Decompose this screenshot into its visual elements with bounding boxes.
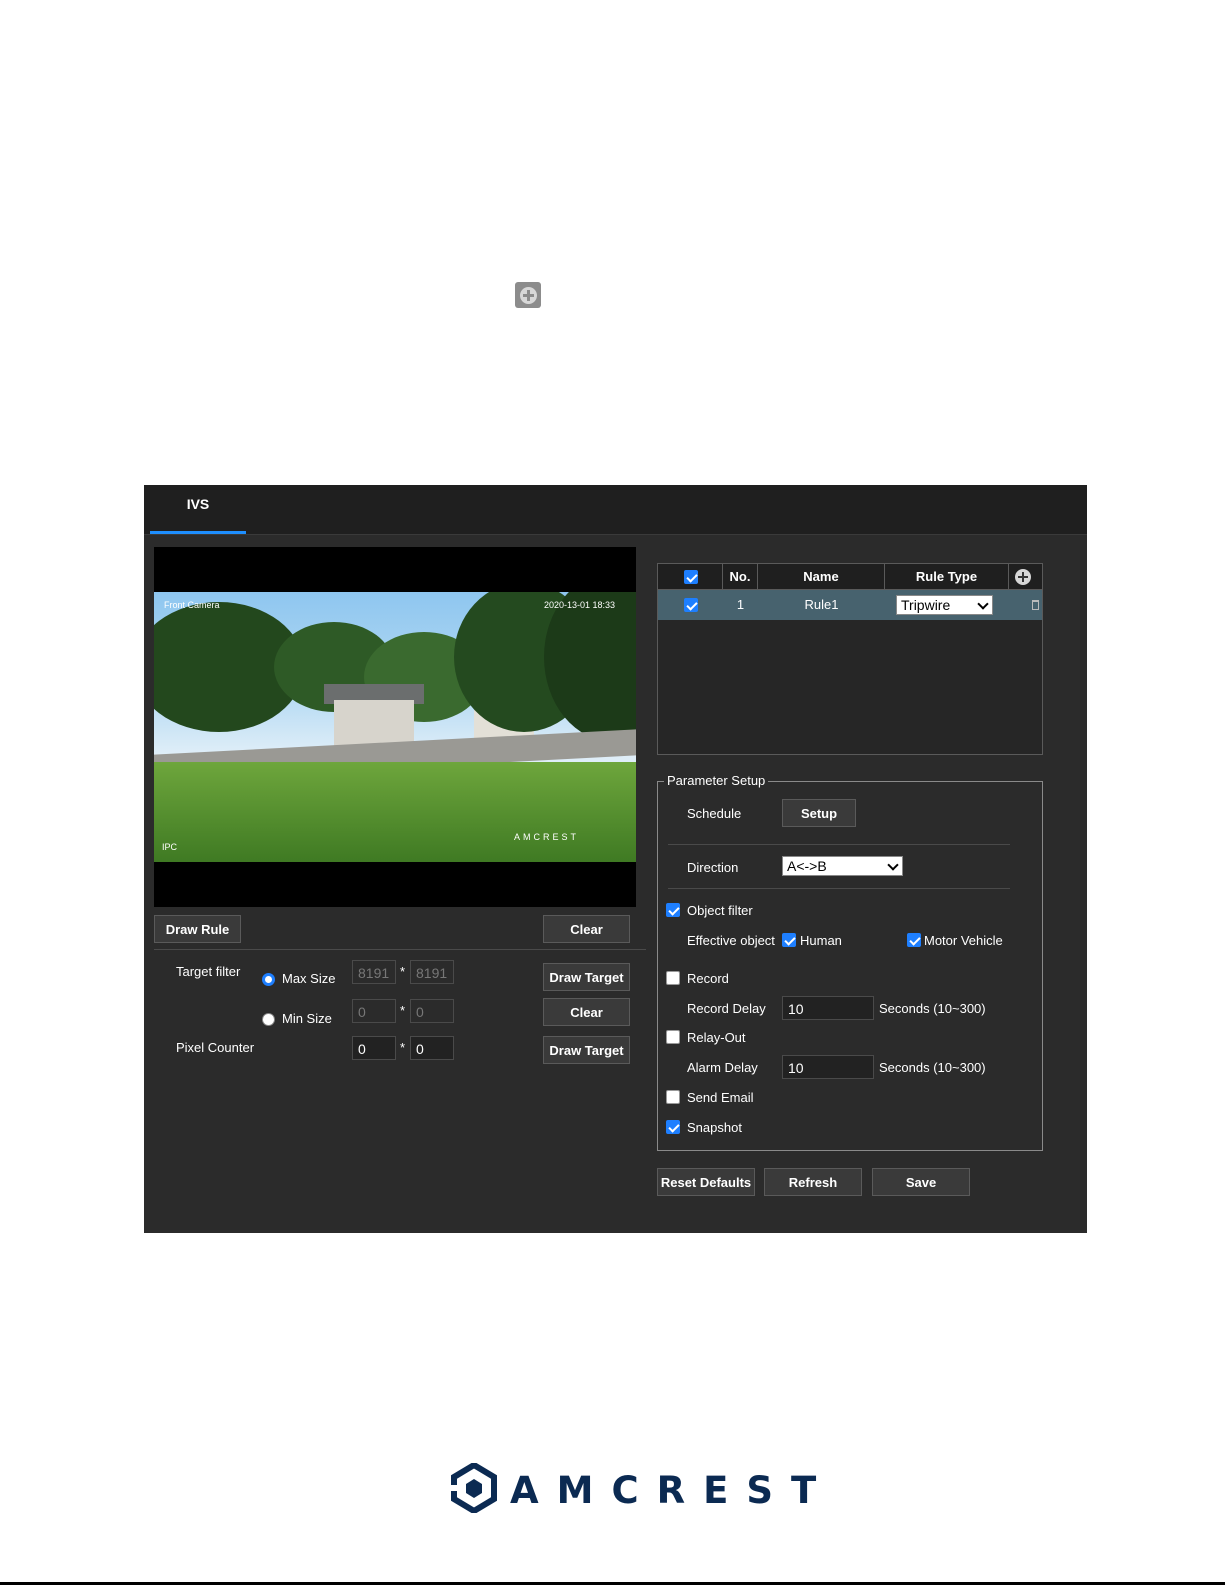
pixel-counter-width[interactable]: 0 [352, 1036, 396, 1060]
human-checkbox[interactable] [782, 933, 796, 947]
record-label: Record [687, 971, 729, 986]
save-button[interactable]: Save [872, 1168, 970, 1196]
max-width-field[interactable]: 8191 [352, 960, 396, 984]
video-preview[interactable]: Front Camera 2020-13-01 18:33 IPC AMCRES… [154, 547, 636, 907]
clear-rule-button[interactable]: Clear [543, 915, 630, 943]
delete-rule-icon[interactable] [1032, 600, 1039, 610]
osd-watermark: AMCREST [514, 832, 580, 842]
parameter-setup: Parameter Setup Schedule Setup Direction… [657, 773, 1043, 1151]
direction-select[interactable]: A<->B [782, 856, 903, 876]
min-height-field[interactable]: 0 [410, 999, 454, 1023]
separator-star: * [400, 964, 406, 979]
osd-channel-title: Front Camera [164, 600, 220, 610]
min-size-radio[interactable] [262, 1013, 275, 1026]
draw-target-button-2[interactable]: Draw Target [543, 1036, 630, 1064]
alarm-delay-field[interactable]: 10 [782, 1055, 874, 1079]
record-delay-field[interactable]: 10 [782, 996, 874, 1020]
relay-out-checkbox[interactable] [666, 1030, 680, 1044]
pixel-counter-height[interactable]: 0 [410, 1036, 454, 1060]
schedule-label: Schedule [687, 806, 742, 821]
tab-ivs[interactable]: IVS [150, 485, 246, 534]
alarm-delay-hint: Seconds (10~300) [879, 1060, 986, 1075]
header-checkbox-cell [658, 564, 723, 589]
direction-value: A<->B [787, 858, 827, 874]
send-email-label: Send Email [687, 1090, 754, 1105]
min-width-field[interactable]: 0 [352, 999, 396, 1023]
object-filter-label: Object filter [687, 903, 753, 918]
record-delay-hint: Seconds (10~300) [879, 1001, 986, 1016]
header-name: Name [758, 564, 885, 589]
max-size-label: Max Size [282, 971, 336, 986]
max-height-field[interactable]: 8191 [410, 960, 454, 984]
snapshot-checkbox[interactable] [666, 1120, 680, 1134]
divider [154, 949, 646, 950]
divider [668, 844, 1010, 845]
header-no: No. [723, 564, 758, 589]
osd-ipc: IPC [162, 842, 178, 852]
osd-timestamp: 2020-13-01 18:33 [544, 600, 616, 610]
amcrest-logo: AMCREST [450, 1461, 816, 1515]
rule-enable-checkbox[interactable] [684, 598, 698, 612]
rule-name: Rule1 [804, 597, 839, 612]
chevron-down-icon [887, 859, 899, 871]
clear-target-button[interactable]: Clear [543, 998, 630, 1026]
effective-object-label: Effective object [687, 933, 775, 948]
target-filter-label: Target filter [176, 964, 241, 979]
object-filter-checkbox[interactable] [666, 903, 680, 917]
motor-vehicle-label: Motor Vehicle [924, 933, 1003, 948]
select-all-checkbox[interactable] [684, 570, 698, 584]
rule-no: 1 [736, 597, 745, 612]
send-email-checkbox[interactable] [666, 1090, 680, 1104]
record-delay-label: Record Delay [687, 1001, 766, 1016]
refresh-button[interactable]: Refresh [764, 1168, 862, 1196]
relay-out-label: Relay-Out [687, 1030, 746, 1045]
table-header: No. Name Rule Type [658, 564, 1042, 590]
add-rule-icon-illustration [515, 282, 541, 308]
human-label: Human [800, 933, 842, 948]
separator-star: * [400, 1040, 406, 1055]
draw-target-button[interactable]: Draw Target [543, 963, 630, 991]
draw-rule-button[interactable]: Draw Rule [154, 915, 241, 943]
rule-type-value: Tripwire [901, 597, 951, 613]
parameter-setup-legend: Parameter Setup [664, 773, 769, 788]
divider [668, 888, 1010, 889]
snapshot-label: Snapshot [687, 1120, 742, 1135]
chevron-down-icon [977, 598, 989, 610]
amcrest-mark-icon [450, 1461, 497, 1515]
add-rule-icon[interactable] [1015, 569, 1031, 585]
tab-bar: IVS [144, 485, 1087, 535]
header-add-cell [1009, 564, 1042, 589]
rules-table: No. Name Rule Type 1 Rule1 Tripwire [657, 563, 1043, 755]
schedule-setup-button[interactable]: Setup [782, 799, 856, 827]
direction-label: Direction [687, 860, 739, 875]
min-size-label: Min Size [282, 1011, 332, 1026]
table-row[interactable]: 1 Rule1 Tripwire [658, 590, 1042, 620]
header-rule-type: Rule Type [885, 564, 1009, 589]
pixel-counter-label: Pixel Counter [176, 1040, 255, 1055]
separator-star: * [400, 1003, 406, 1018]
active-tab-indicator [150, 531, 246, 534]
max-size-radio[interactable] [262, 973, 275, 986]
brand-name: AMCREST [510, 1469, 835, 1512]
alarm-delay-label: Alarm Delay [687, 1060, 758, 1075]
ivs-panel: IVS Front Camera 2020-13-01 18:33 IPC AM… [144, 485, 1087, 1233]
reset-defaults-button[interactable]: Reset Defaults [657, 1168, 755, 1196]
record-checkbox[interactable] [666, 971, 680, 985]
rule-type-select[interactable]: Tripwire [896, 595, 993, 615]
row-checkbox-cell [658, 590, 723, 620]
camera-image: Front Camera 2020-13-01 18:33 IPC AMCRES… [154, 592, 636, 862]
motor-vehicle-checkbox[interactable] [907, 933, 921, 947]
